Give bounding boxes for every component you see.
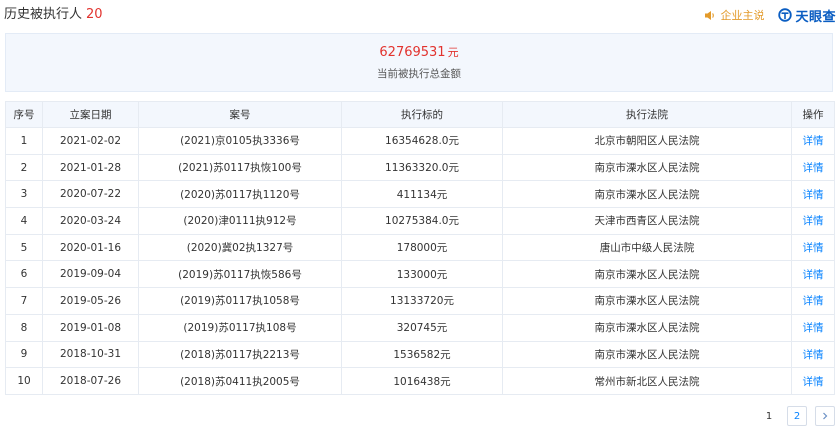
cell-index: 9: [5, 340, 43, 369]
section-header: 历史被执行人 20 企业主说 天眼查: [0, 0, 840, 30]
cell-date: 2019-09-04: [42, 260, 139, 289]
table-row: 4 2020-03-24 (2020)津0111执912号 10275384.0…: [5, 207, 835, 235]
detail-link[interactable]: 详情: [791, 313, 835, 342]
total-amount-label: 当前被执行总金额: [377, 68, 461, 80]
cell-case-number: (2020)冀02执1327号: [138, 233, 342, 262]
cell-amount: 133000元: [341, 260, 503, 289]
cell-date: 2020-03-24: [42, 207, 139, 235]
cell-court: 常州市新北区人民法院: [502, 367, 792, 395]
cell-amount: 13133720元: [341, 287, 503, 315]
cell-court: 南京市溧水区人民法院: [502, 260, 792, 289]
cell-case-number: (2019)苏0117执1058号: [138, 287, 342, 315]
cell-case-number: (2020)苏0117执1120号: [138, 180, 342, 209]
chevron-right-icon: [823, 412, 828, 420]
pagination: 1 2: [751, 406, 835, 426]
cell-date: 2018-10-31: [42, 340, 139, 369]
column-header-date: 立案日期: [42, 101, 139, 128]
cell-date: 2020-07-22: [42, 180, 139, 209]
cell-index: 8: [5, 313, 43, 342]
cell-index: 7: [5, 287, 43, 315]
records-table: 序号 立案日期 案号 执行标的 执行法院 操作 1 2021-02-02 (20…: [5, 101, 835, 395]
column-header-case-number: 案号: [138, 101, 342, 128]
total-amount: 62769531 元: [6, 45, 832, 61]
page-2-button[interactable]: 2: [787, 406, 807, 426]
cell-amount: 16354628.0元: [341, 127, 503, 155]
table-row: 7 2019-05-26 (2019)苏0117执1058号 13133720元…: [5, 287, 835, 315]
table-header-row: 序号 立案日期 案号 执行标的 执行法院 操作: [5, 101, 835, 128]
table-row: 1 2021-02-02 (2021)京0105执3336号 16354628.…: [5, 127, 835, 155]
detail-link[interactable]: 详情: [791, 260, 835, 289]
column-header-action: 操作: [791, 101, 835, 128]
table-row: 2 2021-01-28 (2021)苏0117执恢100号 11363320.…: [5, 153, 835, 182]
cell-amount: 411134元: [341, 180, 503, 209]
column-header-index: 序号: [5, 101, 43, 128]
cell-amount: 1536582元: [341, 340, 503, 369]
detail-link[interactable]: 详情: [791, 340, 835, 369]
cell-court: 南京市溧水区人民法院: [502, 180, 792, 209]
cell-amount: 320745元: [341, 313, 503, 342]
company-claim-link[interactable]: 企业主说: [720, 7, 764, 23]
cell-index: 5: [5, 233, 43, 262]
cell-court: 南京市溧水区人民法院: [502, 340, 792, 369]
cell-amount: 10275384.0元: [341, 207, 503, 235]
cell-index: 2: [5, 153, 43, 182]
header-actions: 企业主说 天眼查: [704, 6, 836, 25]
cell-index: 4: [5, 207, 43, 235]
cell-date: 2021-02-02: [42, 127, 139, 155]
section-title-text: 历史被执行人: [4, 7, 83, 22]
cell-amount: 1016438元: [341, 367, 503, 395]
cell-amount: 178000元: [341, 233, 503, 262]
speaker-icon: [704, 10, 716, 21]
page-1-button[interactable]: 1: [759, 406, 779, 426]
column-header-court: 执行法院: [502, 101, 792, 128]
detail-link[interactable]: 详情: [791, 127, 835, 155]
cell-court: 南京市溧水区人民法院: [502, 313, 792, 342]
cell-index: 3: [5, 180, 43, 209]
summary-panel: 62769531 元 当前被执行总金额: [5, 33, 833, 92]
cell-court: 唐山市中级人民法院: [502, 233, 792, 262]
tianyancha-logo[interactable]: 天眼查: [778, 6, 836, 25]
cell-court: 南京市溧水区人民法院: [502, 287, 792, 315]
cell-case-number: (2021)京0105执3336号: [138, 127, 342, 155]
detail-link[interactable]: 详情: [791, 207, 835, 235]
cell-case-number: (2018)苏0117执2213号: [138, 340, 342, 369]
cell-court: 天津市西青区人民法院: [502, 207, 792, 235]
next-page-button[interactable]: [815, 406, 835, 426]
logo-mark-icon: [778, 8, 793, 22]
table-row: 9 2018-10-31 (2018)苏0117执2213号 1536582元 …: [5, 340, 835, 369]
cell-case-number: (2019)苏0117执108号: [138, 313, 342, 342]
table-row: 5 2020-01-16 (2020)冀02执1327号 178000元 唐山市…: [5, 233, 835, 262]
cell-index: 1: [5, 127, 43, 155]
table-row: 8 2019-01-08 (2019)苏0117执108号 320745元 南京…: [5, 313, 835, 342]
table-row: 3 2020-07-22 (2020)苏0117执1120号 411134元 南…: [5, 180, 835, 209]
cell-date: 2021-01-28: [42, 153, 139, 182]
cell-amount: 11363320.0元: [341, 153, 503, 182]
detail-link[interactable]: 详情: [791, 180, 835, 209]
total-amount-unit: 元: [447, 46, 459, 59]
cell-date: 2020-01-16: [42, 233, 139, 262]
detail-link[interactable]: 详情: [791, 367, 835, 395]
total-amount-value: 62769531: [379, 45, 446, 60]
cell-index: 10: [5, 367, 43, 395]
detail-link[interactable]: 详情: [791, 287, 835, 315]
cell-date: 2018-07-26: [42, 367, 139, 395]
cell-court: 北京市朝阳区人民法院: [502, 127, 792, 155]
cell-index: 6: [5, 260, 43, 289]
cell-date: 2019-05-26: [42, 287, 139, 315]
section-title: 历史被执行人 20: [4, 6, 103, 24]
logo-text: 天眼查: [795, 9, 836, 25]
table-row: 10 2018-07-26 (2018)苏0411执2005号 1016438元…: [5, 367, 835, 395]
detail-link[interactable]: 详情: [791, 153, 835, 182]
cell-case-number: (2020)津0111执912号: [138, 207, 342, 235]
cell-date: 2019-01-08: [42, 313, 139, 342]
cell-case-number: (2018)苏0411执2005号: [138, 367, 342, 395]
table-row: 6 2019-09-04 (2019)苏0117执恢586号 133000元 南…: [5, 260, 835, 289]
detail-link[interactable]: 详情: [791, 233, 835, 262]
cell-court: 南京市溧水区人民法院: [502, 153, 792, 182]
cell-case-number: (2019)苏0117执恢586号: [138, 260, 342, 289]
column-header-amount: 执行标的: [341, 101, 503, 128]
record-count: 20: [86, 7, 103, 22]
cell-case-number: (2021)苏0117执恢100号: [138, 153, 342, 182]
